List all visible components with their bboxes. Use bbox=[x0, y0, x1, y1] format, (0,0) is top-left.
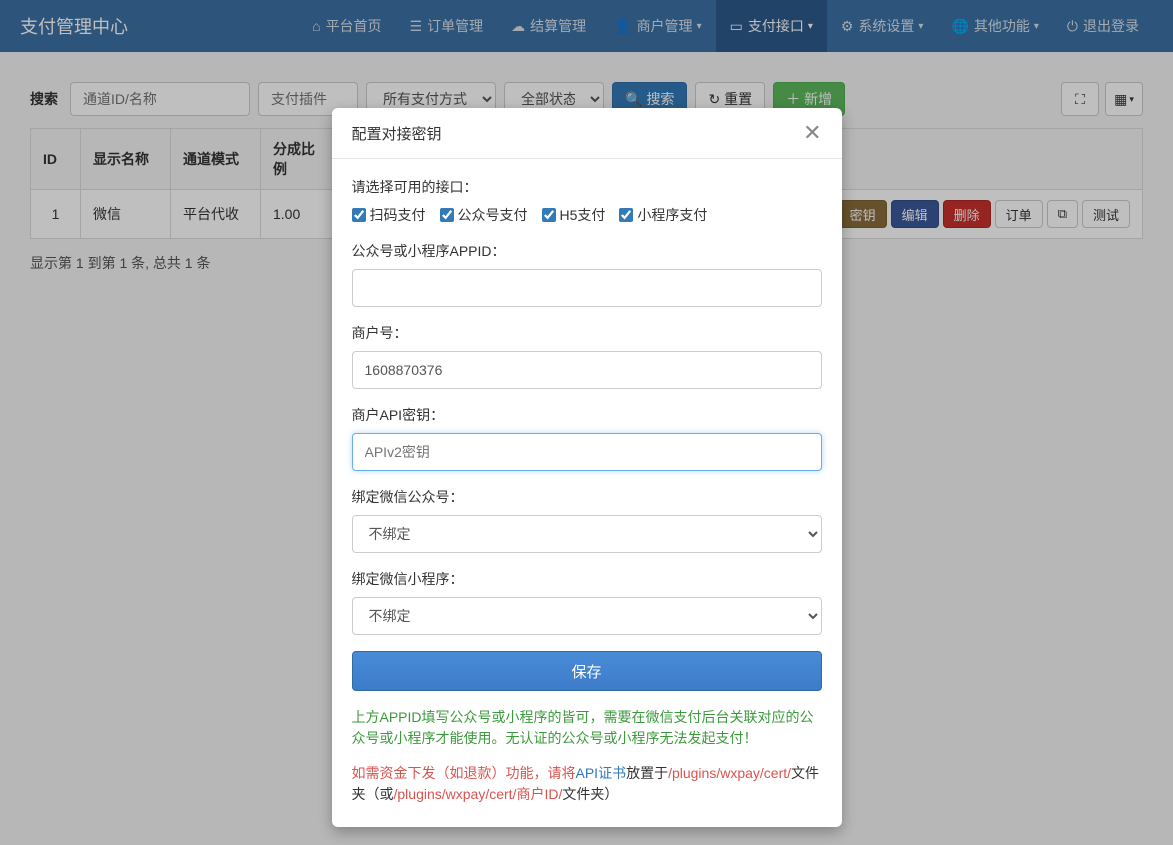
bind-mp-select[interactable]: 不绑定 bbox=[352, 515, 822, 553]
modal-header: 配置对接密钥 ✕ bbox=[332, 108, 842, 159]
checkbox-h5[interactable]: H5支付 bbox=[542, 205, 606, 225]
interface-label: 请选择可用的接口： bbox=[352, 177, 822, 197]
help-text-2: 如需资金下发（如退款）功能，请将API证书放置于/plugins/wxpay/c… bbox=[352, 763, 822, 805]
modal-body: 请选择可用的接口： 扫码支付 公众号支付 H5支付 小程序支付 公众号或小程序A… bbox=[332, 159, 842, 827]
bind-mp-label: 绑定微信公众号： bbox=[352, 487, 822, 507]
interface-checkboxes: 扫码支付 公众号支付 H5支付 小程序支付 bbox=[352, 205, 822, 225]
appid-input[interactable] bbox=[352, 269, 822, 307]
checkbox-miniprogram-input[interactable] bbox=[619, 208, 633, 222]
appid-label: 公众号或小程序APPID： bbox=[352, 241, 822, 261]
mchid-input[interactable] bbox=[352, 351, 822, 389]
apikey-label: 商户API密钥： bbox=[352, 405, 822, 425]
checkbox-miniprogram[interactable]: 小程序支付 bbox=[619, 205, 707, 225]
modal-close-button[interactable]: ✕ bbox=[803, 122, 821, 144]
checkbox-mp-input[interactable] bbox=[440, 208, 454, 222]
checkbox-qrcode[interactable]: 扫码支付 bbox=[352, 205, 426, 225]
bind-mini-select[interactable]: 不绑定 bbox=[352, 597, 822, 635]
checkbox-qrcode-input[interactable] bbox=[352, 208, 366, 222]
apikey-input[interactable] bbox=[352, 433, 822, 471]
mchid-label: 商户号： bbox=[352, 323, 822, 343]
checkbox-mp[interactable]: 公众号支付 bbox=[440, 205, 528, 225]
close-icon: ✕ bbox=[803, 120, 821, 145]
help-text-1: 上方APPID填写公众号或小程序的皆可，需要在微信支付后台关联对应的公众号或小程… bbox=[352, 707, 822, 749]
config-modal: 配置对接密钥 ✕ 请选择可用的接口： 扫码支付 公众号支付 H5支付 小程序支付… bbox=[332, 108, 842, 827]
modal-title: 配置对接密钥 bbox=[352, 123, 442, 144]
checkbox-h5-input[interactable] bbox=[542, 208, 556, 222]
api-cert-link[interactable]: API证书 bbox=[576, 765, 627, 781]
bind-mini-label: 绑定微信小程序： bbox=[352, 569, 822, 589]
save-button[interactable]: 保存 bbox=[352, 651, 822, 691]
